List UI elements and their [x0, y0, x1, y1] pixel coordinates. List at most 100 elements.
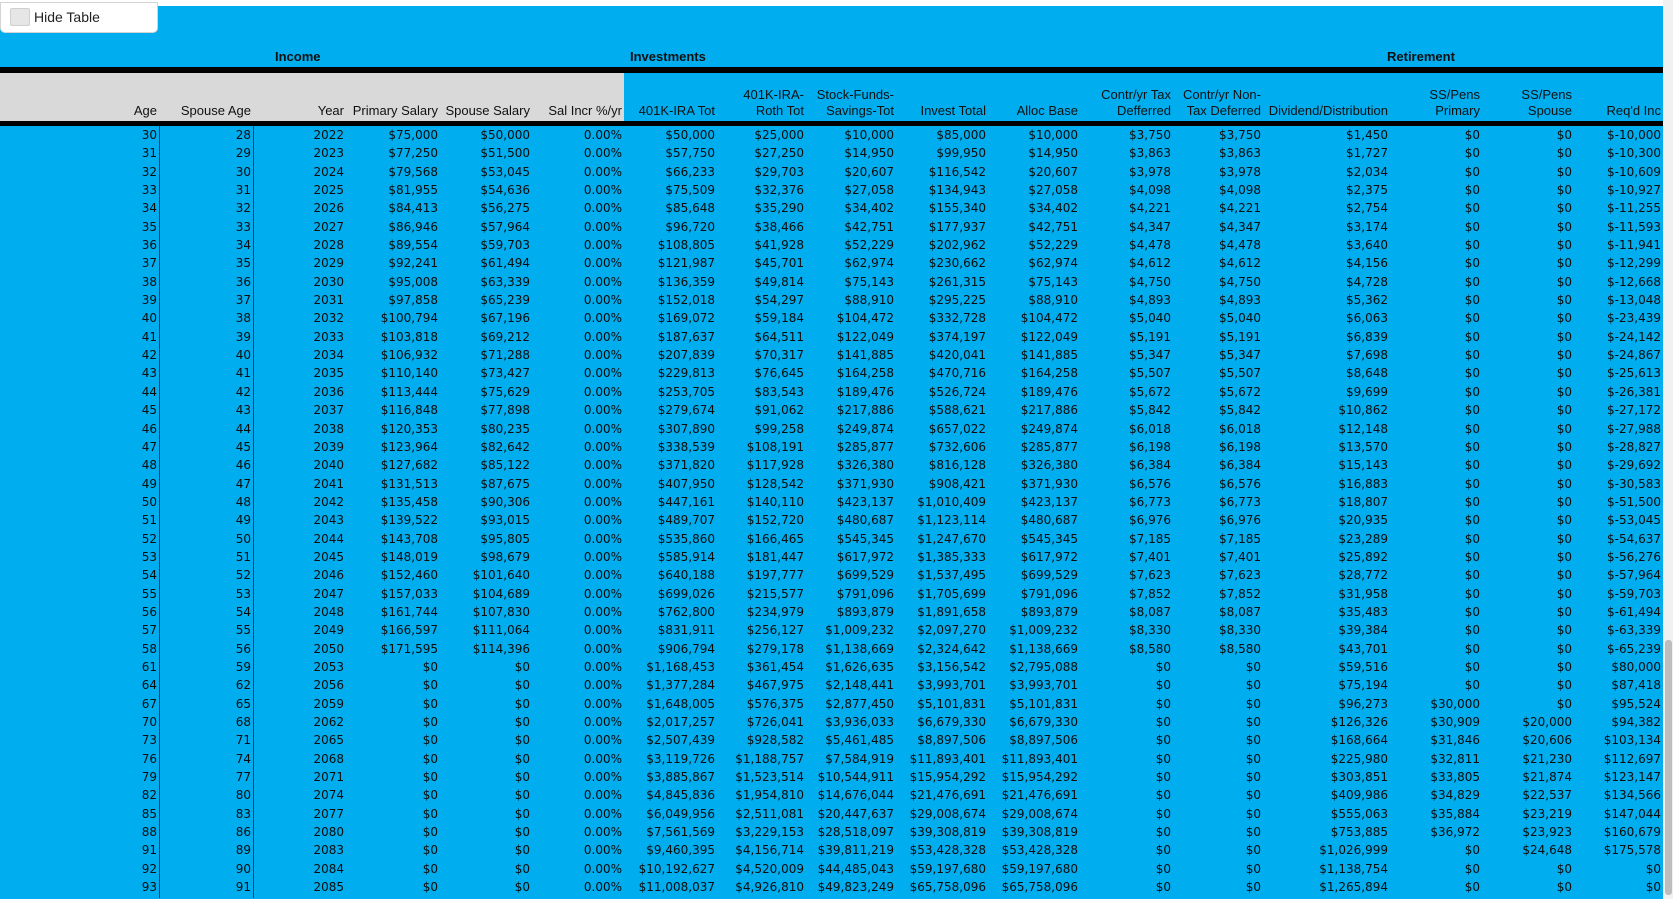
cell-reqd-inc: $-12,668 [1607, 274, 1661, 289]
cell-sal-incr: 0.00% [583, 623, 622, 638]
cell-stock-funds-savings: $699,529 [836, 568, 894, 583]
table-row: 41 39 2033 $103,818 $69,212 0.00% $187,637 $64,… [0, 328, 1663, 346]
cell-ss-pens-spouse: $0 [1556, 880, 1572, 895]
cell-reqd-inc: $103,134 [1603, 733, 1661, 748]
cell-ira-total: $57,750 [665, 146, 715, 161]
cell-reqd-inc: $87,418 [1611, 678, 1661, 693]
cell-alloc-base: $62,974 [1028, 256, 1078, 271]
cell-contr-non-tax-deferred: $5,672 [1219, 384, 1261, 399]
cell-age: 56 [141, 604, 157, 619]
cell-dividend-distribution: $4,156 [1346, 256, 1388, 271]
cell-contr-tax-deferred: $3,978 [1129, 164, 1171, 179]
cell-alloc-base: $20,607 [1028, 164, 1078, 179]
cell-ira-total: $585,914 [657, 549, 715, 564]
cell-alloc-base: $88,910 [1028, 293, 1078, 308]
cell-spouse-age: 48 [235, 494, 251, 509]
cell-roth-total: $152,720 [746, 513, 804, 528]
scrollbar-thumb[interactable] [1665, 640, 1672, 895]
cell-roth-total: $576,375 [746, 696, 804, 711]
cell-stock-funds-savings: $28,518,097 [817, 825, 894, 840]
cell-alloc-base: $699,529 [1020, 568, 1078, 583]
cell-reqd-inc: $-28,827 [1607, 439, 1661, 454]
cell-age: 37 [141, 256, 157, 271]
table-row: 54 52 2046 $152,460 $101,640 0.00% $640,188 $19… [0, 566, 1663, 584]
cell-dividend-distribution: $2,375 [1346, 183, 1388, 198]
cell-year: 2036 [313, 384, 344, 399]
cell-year: 2043 [313, 513, 344, 528]
cell-invest-total: $202,962 [928, 238, 986, 253]
cell-year: 2026 [313, 201, 344, 216]
cell-year: 2085 [313, 880, 344, 895]
cell-ira-total: $152,018 [657, 293, 715, 308]
cell-contr-non-tax-deferred: $0 [1245, 696, 1261, 711]
cell-alloc-base: $3,993,701 [1009, 678, 1078, 693]
cell-spouse-salary: $73,427 [480, 366, 530, 381]
cell-age: 88 [141, 825, 157, 840]
section-investments: Investments [630, 49, 706, 64]
cell-spouse-salary: $0 [514, 861, 530, 876]
cell-spouse-salary: $50,000 [480, 128, 530, 142]
cell-reqd-inc: $160,679 [1603, 825, 1661, 840]
cell-invest-total: $6,679,330 [917, 715, 986, 729]
cell-roth-total: $99,258 [754, 421, 804, 436]
cell-dividend-distribution: $75,194 [1338, 678, 1388, 693]
cell-ss-pens-primary: $32,811 [1430, 751, 1480, 766]
cell-ira-total: $489,707 [657, 513, 715, 528]
cell-ss-pens-primary: $36,972 [1430, 825, 1480, 840]
cell-spouse-age: 80 [235, 788, 251, 803]
cell-ss-pens-primary: $0 [1464, 238, 1480, 253]
cell-year: 2039 [313, 439, 344, 454]
cell-alloc-base: $617,972 [1020, 549, 1078, 564]
cell-stock-funds-savings: $545,345 [836, 531, 894, 546]
table-row: 82 80 2074 $0 $0 0.00% $4,845,836 $1,954,810 $14… [0, 786, 1663, 804]
cell-primary-salary: $89,554 [388, 238, 438, 253]
cell-reqd-inc: $-53,045 [1607, 513, 1661, 528]
cell-age: 42 [141, 348, 157, 363]
cell-roth-total: $726,041 [746, 715, 804, 729]
cell-ss-pens-spouse: $22,537 [1522, 788, 1572, 803]
cell-stock-funds-savings: $14,950 [844, 146, 894, 161]
cell-ss-pens-spouse: $0 [1556, 311, 1572, 326]
cell-invest-total: $1,010,409 [917, 494, 986, 509]
cell-ss-pens-spouse: $0 [1556, 531, 1572, 546]
hide-table-toggle[interactable]: Hide Table [0, 2, 158, 33]
table-row: 40 38 2032 $100,794 $67,196 0.00% $169,072 $59,… [0, 309, 1663, 327]
cell-year: 2047 [313, 586, 344, 601]
cell-spouse-age: 34 [235, 238, 251, 253]
cell-invest-total: $11,893,401 [909, 751, 986, 766]
column-header-contr-non-tax-deferred: Contr/yr Non- Tax Deferred [1182, 87, 1261, 118]
cell-roth-total: $117,928 [746, 458, 804, 473]
cell-invest-total: $59,197,680 [909, 861, 986, 876]
cell-invest-total: $657,022 [928, 421, 986, 436]
cell-dividend-distribution: $2,034 [1346, 164, 1388, 179]
cell-reqd-inc: $134,566 [1603, 788, 1661, 803]
cell-alloc-base: $285,877 [1020, 439, 1078, 454]
cell-ss-pens-primary: $0 [1464, 659, 1480, 674]
cell-invest-total: $1,385,333 [917, 549, 986, 564]
cell-invest-total: $39,308,819 [909, 825, 986, 840]
cell-spouse-salary: $0 [514, 843, 530, 858]
cell-reqd-inc: $-54,637 [1607, 531, 1661, 546]
cell-sal-incr: 0.00% [583, 476, 622, 491]
cell-stock-funds-savings: $2,877,450 [825, 696, 894, 711]
cell-sal-incr: 0.00% [583, 568, 622, 583]
cell-sal-incr: 0.00% [583, 293, 622, 308]
cell-ira-total: $3,119,726 [646, 751, 715, 766]
cell-ss-pens-primary: $0 [1464, 128, 1480, 142]
cell-spouse-salary: $98,679 [480, 549, 530, 564]
cell-alloc-base: $21,476,691 [1001, 788, 1078, 803]
cell-invest-total: $15,954,292 [909, 770, 986, 785]
cell-age: 30 [141, 128, 157, 142]
cell-year: 2034 [313, 348, 344, 363]
checkbox[interactable] [10, 8, 30, 26]
cell-invest-total: $2,324,642 [917, 641, 986, 656]
cell-ira-total: $279,674 [657, 403, 715, 418]
cell-spouse-salary: $0 [514, 825, 530, 840]
cell-stock-funds-savings: $75,143 [844, 274, 894, 289]
cell-sal-incr: 0.00% [583, 549, 622, 564]
cell-year: 2033 [313, 329, 344, 344]
cell-alloc-base: $189,476 [1020, 384, 1078, 399]
cell-year: 2062 [313, 715, 344, 729]
cell-contr-tax-deferred: $3,863 [1129, 146, 1171, 161]
cell-year: 2074 [313, 788, 344, 803]
